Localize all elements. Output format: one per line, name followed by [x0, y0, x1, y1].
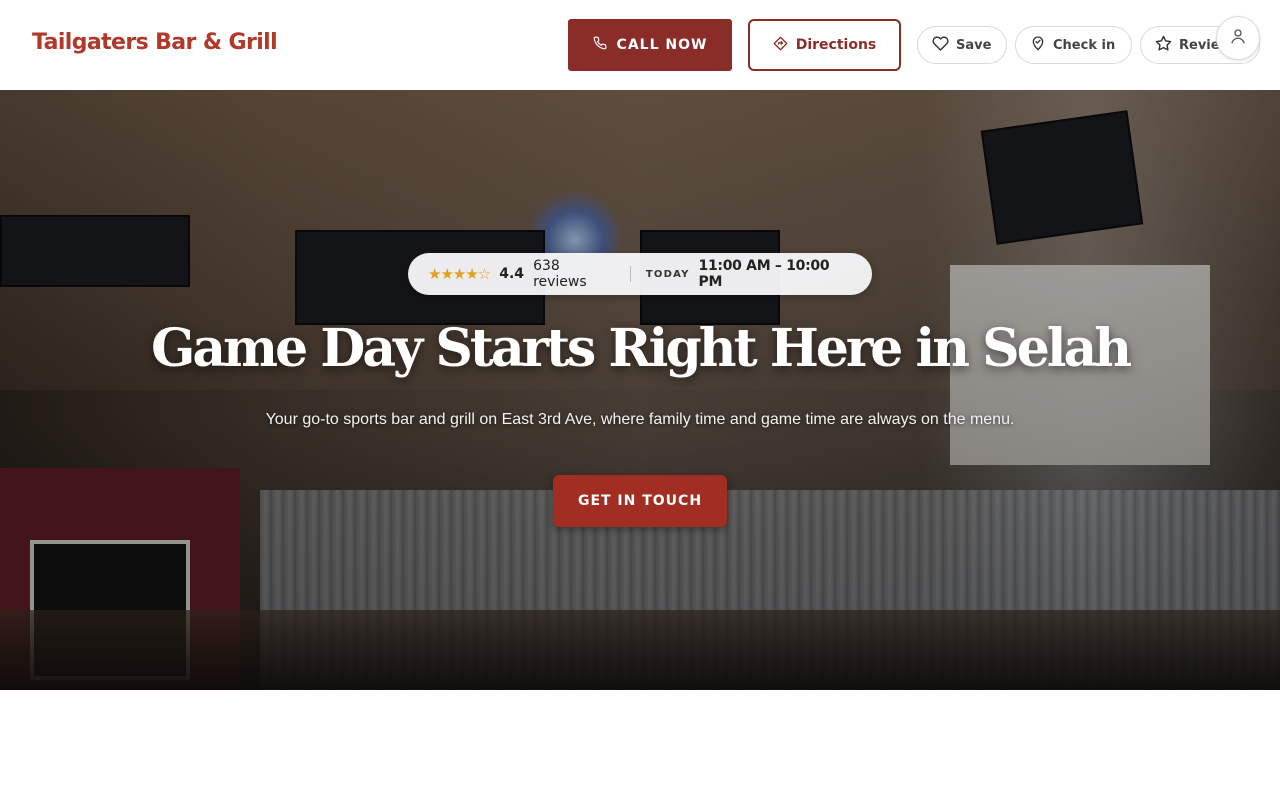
check-in-label: Check in [1053, 37, 1116, 53]
save-label: Save [956, 37, 992, 53]
divider [629, 266, 631, 282]
brand-logo[interactable]: Tailgaters Bar & Grill [32, 30, 278, 55]
check-in-button[interactable]: Check in [1015, 26, 1132, 64]
directions-button[interactable]: Directions [748, 19, 901, 71]
hero-title: Game Day Starts Right Here in Selah [150, 318, 1132, 379]
hours-today: 11:00 AM – 10:00 PM [698, 258, 830, 290]
get-in-touch-button[interactable]: GET IN TOUCH [553, 475, 727, 527]
review-count[interactable]: 638 reviews [533, 258, 615, 290]
save-button[interactable]: Save [917, 26, 1007, 64]
map-pin-icon [1030, 35, 1046, 55]
directions-icon [773, 36, 788, 55]
star-icon [1155, 35, 1172, 56]
call-now-button[interactable]: CALL NOW [568, 19, 732, 71]
user-icon [1229, 27, 1247, 50]
site-header: Tailgaters Bar & Grill CALL NOW Directio… [0, 0, 1280, 90]
heart-icon [932, 35, 949, 56]
rating-score: 4.4 [499, 266, 525, 282]
directions-label: Directions [795, 37, 877, 53]
phone-icon [593, 36, 607, 54]
hero-subtitle: Your go-to sports bar and grill on East … [265, 411, 1015, 428]
call-now-label: CALL NOW [616, 37, 708, 53]
rating-stars: ★★★★☆ [428, 265, 491, 283]
hero-section [0, 90, 1280, 690]
rating-hours-badge: ★★★★☆ 4.4 638 reviews TODAY 11:00 AM – 1… [408, 253, 872, 295]
today-label: TODAY [645, 268, 690, 280]
account-button[interactable] [1216, 16, 1260, 60]
